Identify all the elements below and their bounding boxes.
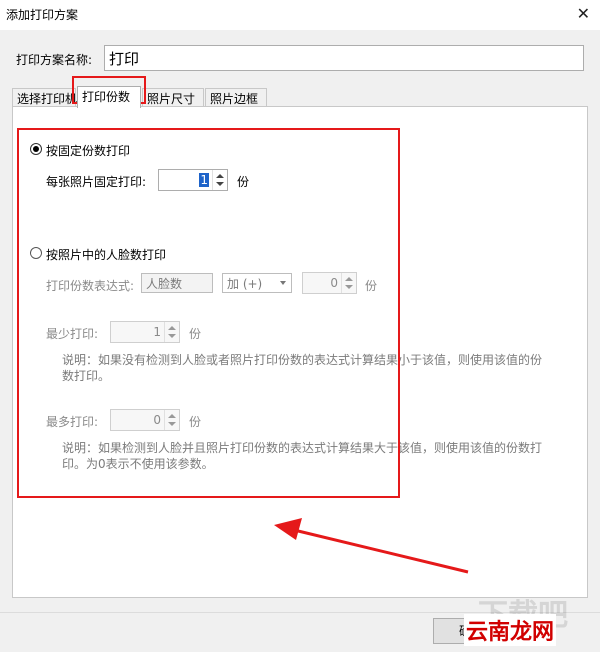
tab-photo-border[interactable]: 照片边框: [205, 88, 267, 106]
tab-select-printer[interactable]: 选择打印机: [12, 88, 77, 106]
tab-print-copies[interactable]: 打印份数: [77, 86, 141, 108]
title-bar: 添加打印方案 ✕: [0, 0, 600, 30]
annotation-arrow-icon: [274, 518, 469, 574]
close-icon[interactable]: ✕: [577, 4, 590, 23]
scheme-name-input[interactable]: 打印: [104, 45, 584, 71]
tab-photo-size[interactable]: 照片尺寸: [142, 88, 204, 106]
window-title: 添加打印方案: [6, 8, 79, 22]
annotation-options-highlight: [17, 128, 400, 498]
scheme-name-label: 打印方案名称:: [16, 53, 93, 67]
watermark-site: 云南龙网: [464, 614, 557, 646]
